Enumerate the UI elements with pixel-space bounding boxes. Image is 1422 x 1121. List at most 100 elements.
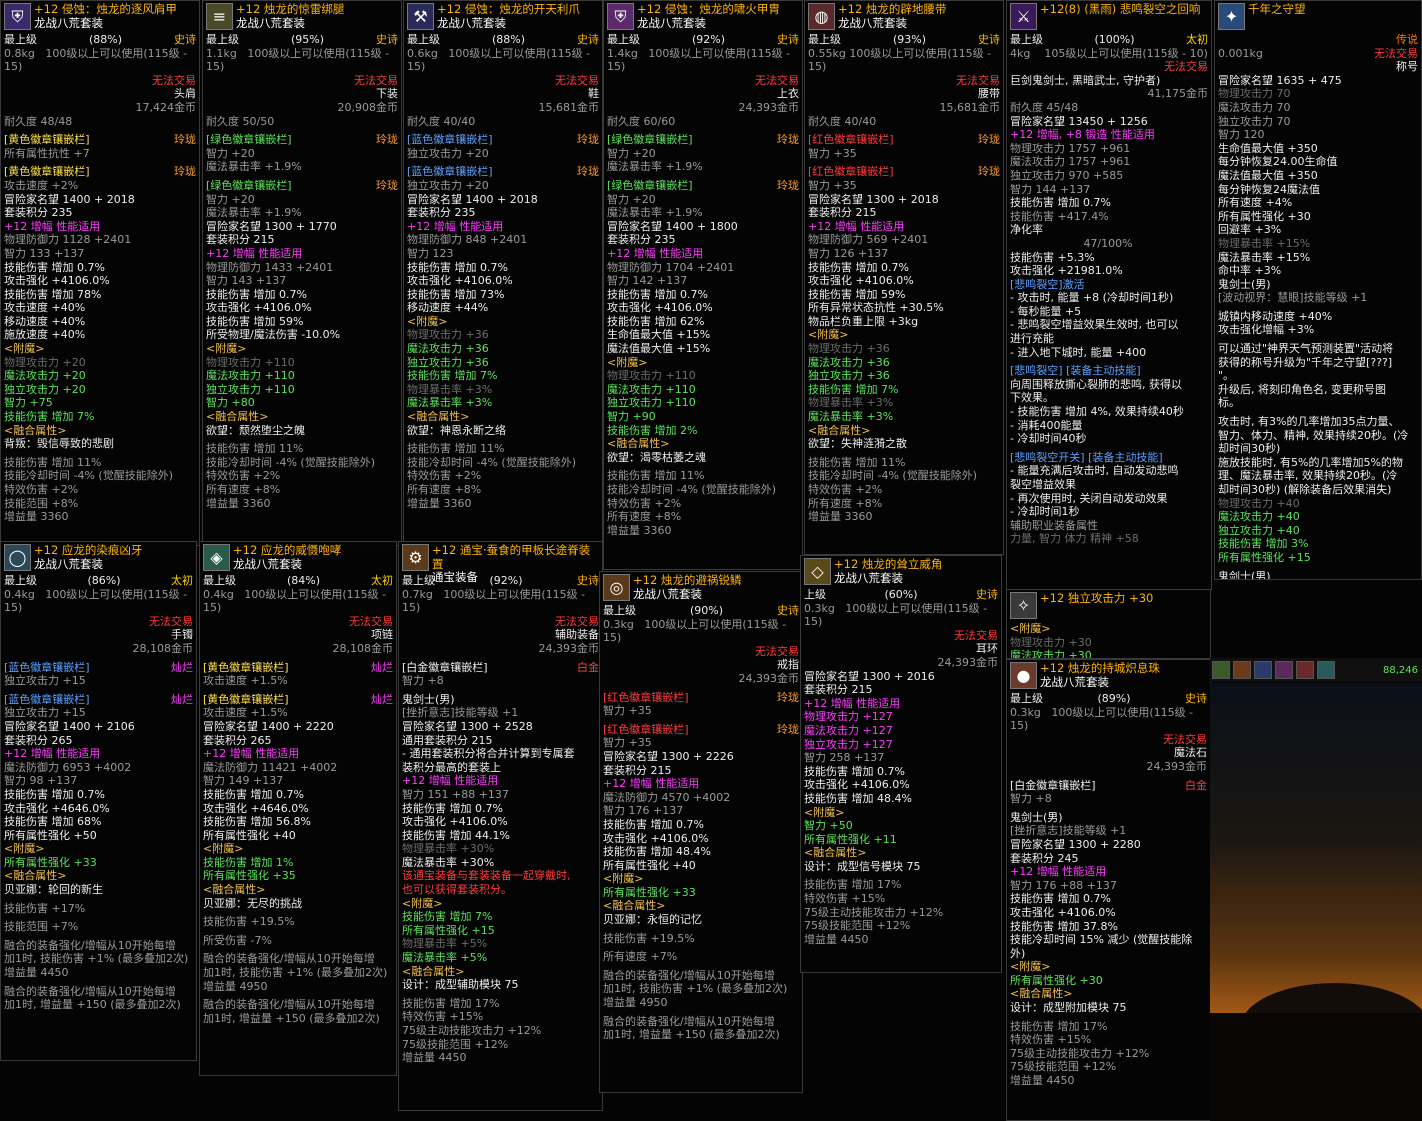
tooltip-line: 进行充能 [1010, 332, 1054, 346]
tooltip-line-part: 最上级 [206, 33, 239, 46]
tooltip-line: - 能量充满后攻击时, 自动发动悲鸣 [1010, 464, 1179, 478]
item-set-name: 龙战八荒套装 [637, 15, 706, 30]
quickbar-strip: 88,246 [1210, 658, 1422, 682]
tooltip-line: 融合的装备强化/增幅从10开始每增 [4, 984, 176, 998]
tooltip-line: 特效伤害 +15% [402, 1010, 484, 1024]
quick-slot[interactable] [1317, 661, 1335, 679]
tooltip-line: <附魔> [1010, 622, 1051, 635]
tooltip-line: 智力 +20 [607, 192, 656, 206]
tooltip-line: 所受伤害 -7% [203, 933, 272, 947]
tooltip-line: 智力 +20 [607, 146, 656, 160]
tooltip-line: 技能伤害 增加 7% [402, 910, 493, 924]
tooltip-header: ≡ +12 烛龙的惊雷绑腿 龙战八荒套装 [206, 2, 398, 33]
tooltip-line: 称号 [1218, 60, 1418, 74]
tooltip-line: 套装积分 215 [603, 763, 672, 777]
tooltip-line: 智力 +20 [206, 146, 255, 160]
quick-slot[interactable] [1254, 661, 1272, 679]
tooltip-line: 技能伤害 增加 17% [1010, 1019, 1108, 1033]
tooltip-line: 独立攻击力 +127 [804, 737, 893, 751]
tooltip-line: 物理暴击率 +5% [402, 937, 488, 951]
tooltip-line: 24,393金币 [738, 671, 800, 685]
background-scene [1210, 683, 1422, 1121]
tooltip-line: 最上级 (88%) 史诗 [407, 33, 599, 47]
tooltip-line: 技能伤害 增加 11% [808, 455, 906, 469]
item-tooltip: ⚒ +12 侵蚀：烛龙的开天利爪 龙战八荒套装 最上级 (88%) 史诗 0.6kg 100… [403, 0, 603, 546]
tooltip-line: 增益量 3360 [206, 496, 271, 510]
tooltip-line: <附魔> [4, 342, 45, 356]
tooltip-line: 加1时, 技能伤害 +1% (最多叠加2次) [203, 966, 388, 980]
tooltip-line-part: 太初 [170, 574, 193, 587]
tooltip-line: 75级技能范围 +12% [402, 1037, 509, 1051]
tooltip-line-part: 玲珑 [978, 165, 1000, 179]
tooltip-line: 攻击强化 +4106.0% [407, 274, 513, 288]
tooltip-line: 技能伤害 增加 0.7% [607, 287, 708, 301]
tooltip-line-part: 最上级 [203, 574, 236, 587]
tooltip-line-part: 玲珑 [577, 165, 599, 179]
tooltip-line: [绿色徽章镶嵌栏] 玲珑 [206, 133, 398, 147]
tooltip-line: - 每秒能量 +5 [1010, 304, 1082, 318]
tooltip-line-part: [黄色徽章镶嵌栏] [4, 133, 90, 147]
tooltip-line: 物理防御力 848 +2401 [407, 233, 528, 247]
tooltip-line: 鬼剑士(男) [1218, 569, 1271, 580]
earring-icon: ◇ [804, 558, 831, 585]
tooltip-line: 技能伤害 增加 7% [407, 369, 498, 383]
tooltip-line: 技能伤害 +19.5% [603, 931, 695, 945]
tooltip-line: 技能伤害 增加 0.7% [1010, 196, 1111, 210]
tooltip-line: 移动速度 +40% [4, 314, 86, 328]
tooltip-line: 智力 +35 [603, 704, 652, 718]
tooltip-line-part: [红色徽章镶嵌栏] [808, 133, 894, 147]
tooltip-line-part: 最上级 [808, 33, 841, 46]
item-set-name: 龙战八荒套装 [633, 586, 702, 601]
quick-slot[interactable] [1275, 661, 1293, 679]
quick-slot[interactable] [1212, 661, 1230, 679]
tooltip-line: [悲鸣裂空开关] [装备主动技能] [1010, 450, 1163, 464]
tooltip-line: - 冷却时间1秒 [1010, 505, 1080, 519]
ring-icon: ◎ [603, 574, 630, 601]
tooltip-line: 特效伤害 +2% [607, 496, 682, 510]
tooltip-line: 物理攻击力 +127 [804, 710, 893, 724]
tooltip-line: [挫折意志]技能等级 +1 [402, 706, 519, 720]
tooltip-line: +12 增幅 性能适用 [4, 747, 101, 761]
tooltip-line: 技能伤害 增加 17% [402, 996, 500, 1010]
tooltip-line: 魔法攻击力 +20 [4, 369, 86, 383]
tooltip-line: 攻击强化 +4106.0% [603, 831, 709, 845]
quick-slot[interactable] [1296, 661, 1314, 679]
tooltip-line: - 通用套装积分将合并计算到专属套 [402, 747, 575, 761]
item-name: +12 侵蚀：烛龙的逐风肩甲 [34, 2, 177, 16]
item-name: +12 烛龙的耸立威角 [834, 557, 943, 571]
tooltip-line: 技能伤害 增加 59% [206, 314, 304, 328]
tooltip-line: 获得的称号升级为"千年之守望[???] [1218, 355, 1393, 369]
tooltip-header: ⚔ +12(8) (黑雨) 悲鸣裂空之回响 [1010, 2, 1208, 33]
tooltip-line: 冒险家名望 1300 + 2226 [603, 749, 734, 763]
tooltip-line: +12 增幅, +8 锻造 性能适用 [1010, 128, 1155, 142]
tooltip-line: 所有属性强化 +15 [1218, 550, 1311, 564]
tooltip-line: 智力 120 [1218, 128, 1265, 142]
tooltip-line: 攻击强化 +4646.0% [4, 801, 110, 815]
tooltip-line: <融合属性> [402, 964, 465, 978]
tooltip-line-part: 玲珑 [978, 133, 1000, 147]
tooltip-line: 魔法攻击力 70 [1218, 100, 1291, 114]
tooltip-line: 套装积分 245 [1010, 851, 1079, 865]
tooltip-line: +12 增幅 性能适用 [1010, 865, 1107, 879]
tooltip-line: 独立攻击力 +36 [808, 369, 890, 383]
tooltip-line-part: (100%) [1094, 33, 1135, 46]
tooltip-line: 独立攻击力 +110 [607, 396, 696, 410]
tooltip-line-part: 玲珑 [777, 690, 799, 704]
tooltip-line: 戒指 [777, 658, 799, 672]
tooltip-line: [白金徽章镶嵌栏] 白金 [402, 661, 599, 675]
tooltip-line: <融合属性> [1010, 987, 1073, 1001]
tooltip-line: "。 [1218, 369, 1235, 383]
tooltip-line: 增益量 4450 [1010, 1074, 1075, 1088]
tooltip-line: 也可以获得套装积分。 [402, 883, 512, 897]
tooltip-line: 物理暴击率 +3% [407, 382, 493, 396]
tooltip-line: 技能伤害 增加 7% [808, 382, 899, 396]
tooltip-line: 攻击强化 +21981.0% [1010, 264, 1123, 278]
tooltip-line: <附魔> [407, 314, 448, 328]
tooltip-line: 0.6kg 100级以上可以使用(115级 - 15) [407, 46, 594, 74]
tooltip-line: 攻击强化 +4106.0% [808, 274, 914, 288]
tooltip-line: 冒险家名望 1300 + 2280 [1010, 837, 1141, 851]
quick-slot[interactable] [1233, 661, 1251, 679]
tooltip-line: 技能伤害 增加 11% [407, 442, 505, 456]
tooltip-line: 增益量 3360 [4, 510, 69, 524]
tooltip-line: 技能伤害 增加 44.1% [402, 828, 510, 842]
